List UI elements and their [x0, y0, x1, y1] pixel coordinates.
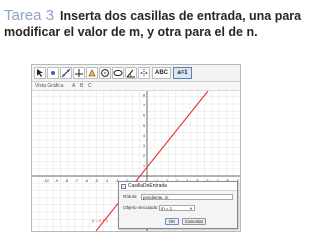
slider-tool-button[interactable]: a=1: [173, 67, 192, 79]
chevron-down-icon: ▼: [189, 206, 193, 211]
style-bar: Vista Gráfica A B C: [32, 82, 240, 91]
geogebra-window: ABC a=1 Vista Gráfica A B C -10 -9 -8 -7 -6 -…: [31, 64, 241, 232]
arrow-icon[interactable]: [34, 67, 46, 79]
input-box-dialog: CasillaDeEntrada Rótulo: pendiente, m Ob…: [118, 181, 238, 229]
task-heading: Tarea 3 Inserta dos casillas de entrada, …: [4, 8, 316, 40]
y-tick-label: 1: [143, 164, 145, 168]
ok-button[interactable]: OK: [165, 218, 179, 225]
x-tick-label: -7: [75, 179, 78, 183]
x-tick-label: -10: [44, 179, 49, 183]
x-tick-label: -4: [105, 179, 108, 183]
x-tick-label: -9: [55, 179, 58, 183]
y-tick-label: 8: [143, 94, 145, 98]
toolbar: ABC a=1: [32, 65, 240, 82]
label-field-label: Rótulo:: [123, 194, 138, 199]
point-icon[interactable]: [47, 67, 59, 79]
y-tick-label: 2: [143, 154, 145, 158]
linked-object-value: m = 1: [161, 206, 173, 211]
task-number: Tarea 3: [4, 7, 55, 24]
line-icon[interactable]: [60, 67, 72, 79]
cancel-button[interactable]: Cancelar: [182, 218, 206, 225]
y-tick-label: 6: [143, 114, 145, 118]
polygon-icon[interactable]: [86, 67, 98, 79]
text-tool-button[interactable]: ABC: [152, 67, 171, 79]
perpendicular-icon[interactable]: [73, 67, 85, 79]
linked-object-select[interactable]: m = 1 ▼: [159, 205, 195, 211]
style-bar-color[interactable]: C: [88, 83, 92, 90]
y-tick-label: 4: [143, 134, 145, 138]
dialog-title: CasillaDeEntrada: [119, 182, 237, 191]
style-bar-point[interactable]: B: [80, 83, 83, 90]
x-tick-label: -5: [95, 179, 98, 183]
y-tick-label: 5: [143, 124, 145, 128]
style-bar-graphics[interactable]: Vista Gráfica: [35, 83, 64, 90]
y-tick-label: 3: [143, 144, 145, 148]
label-input[interactable]: pendiente, m: [141, 194, 233, 200]
y-tick-label: 7: [143, 104, 145, 108]
x-tick-label: -8: [65, 179, 68, 183]
ellipse-icon[interactable]: [112, 67, 124, 79]
x-tick-label: -6: [85, 179, 88, 183]
dialog-app-icon: [121, 184, 126, 189]
style-bar-axis[interactable]: A: [72, 83, 75, 90]
linked-object-label: Objeto vinculado:: [123, 205, 159, 210]
circle-icon[interactable]: [99, 67, 111, 79]
reflect-icon[interactable]: [138, 67, 150, 79]
function-label: y = x + 1: [92, 218, 109, 223]
angle-icon[interactable]: [125, 67, 137, 79]
